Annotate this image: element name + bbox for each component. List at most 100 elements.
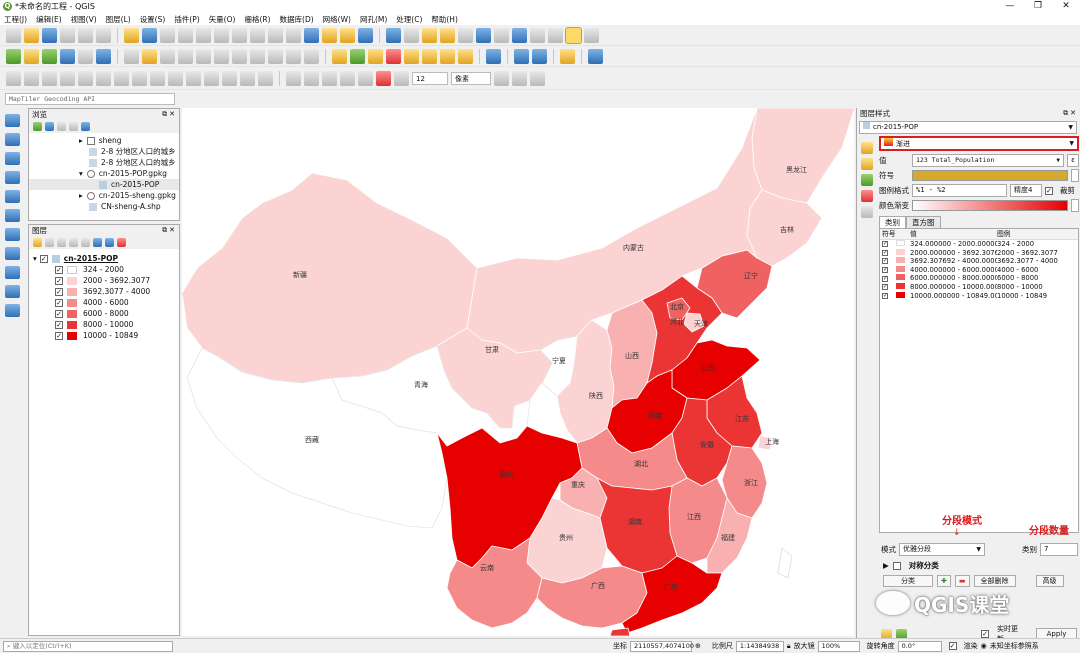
- field-calculator-icon[interactable]: [494, 27, 509, 43]
- legend-checkbox[interactable]: ✓: [55, 331, 63, 340]
- expression-button[interactable]: ε: [1067, 154, 1079, 167]
- help-icon[interactable]: [588, 48, 603, 64]
- browser-item-shp[interactable]: CN-sheng-A.shp: [29, 201, 179, 212]
- close-button[interactable]: ✕: [1052, 0, 1080, 13]
- data-source-manager-icon[interactable]: [6, 48, 21, 64]
- diagrams-tab-icon[interactable]: [861, 206, 873, 218]
- legend-checkbox[interactable]: ✓: [55, 287, 63, 296]
- print-layout-icon[interactable]: [78, 27, 93, 43]
- class-checkbox[interactable]: ✓: [882, 267, 888, 274]
- delete-ring-icon[interactable]: [114, 70, 129, 86]
- col-legend[interactable]: 图例: [997, 229, 1078, 239]
- add-raster-layer-icon[interactable]: [4, 133, 20, 146]
- legend-item[interactable]: ✓ 3692.3077 - 4000: [29, 286, 179, 297]
- cut-features-icon[interactable]: [232, 48, 247, 64]
- rotate-symbols-icon[interactable]: [258, 70, 273, 86]
- symbol-preview-button[interactable]: [912, 170, 1068, 181]
- add-mesh-icon[interactable]: [78, 48, 93, 64]
- menu-view[interactable]: 视图(V): [71, 14, 97, 25]
- collapse-all-layers-icon[interactable]: [105, 238, 114, 247]
- mode-select[interactable]: 优雅分段 ▼: [899, 543, 985, 556]
- add-ring-icon[interactable]: [60, 70, 75, 86]
- split-features-icon[interactable]: [186, 70, 201, 86]
- move-label-icon[interactable]: [422, 48, 437, 64]
- legend-item[interactable]: ✓ 10000 - 10849: [29, 330, 179, 341]
- legend-checkbox[interactable]: ✓: [55, 265, 63, 274]
- renderer-select[interactable]: 渐进 ▼: [879, 136, 1079, 151]
- map-tips-icon[interactable]: [565, 26, 582, 44]
- browser-item-table-1[interactable]: 2-8 分地区人口的城乡: [29, 146, 179, 157]
- legend-checkbox[interactable]: ✓: [55, 298, 63, 307]
- class-row[interactable]: ✓ 4000.000000 - 6000.0000004000 - 6000: [880, 265, 1078, 275]
- menu-project[interactable]: 工程(J): [4, 14, 27, 25]
- topology-icon[interactable]: [376, 70, 391, 86]
- snapping-mode-icon[interactable]: [394, 70, 409, 86]
- classify-button[interactable]: 分类: [883, 575, 933, 587]
- add-class-button[interactable]: ✚: [937, 575, 951, 587]
- browser-item-sheng-gpkg[interactable]: ▸ cn-2015-sheng.gpkg: [29, 190, 179, 201]
- menu-plugins[interactable]: 插件(P): [174, 14, 199, 25]
- split-parts-icon[interactable]: [204, 70, 219, 86]
- zoom-out-icon[interactable]: [178, 27, 193, 43]
- zoom-selection-icon[interactable]: [214, 27, 229, 43]
- menu-web[interactable]: 网络(W): [323, 14, 351, 25]
- rotation-value[interactable]: 0.0°: [897, 640, 942, 652]
- browser-item-sheng[interactable]: ▸ sheng: [29, 135, 179, 146]
- select-by-value-icon[interactable]: [440, 27, 455, 43]
- measure-icon[interactable]: [548, 27, 563, 43]
- menu-help[interactable]: 帮助(H): [431, 14, 458, 25]
- legend-checkbox[interactable]: ✓: [55, 320, 63, 329]
- expand-arrow-icon[interactable]: ▶: [883, 561, 889, 570]
- zoom-last-icon[interactable]: [268, 27, 283, 43]
- class-checkbox[interactable]: ✓: [882, 249, 888, 256]
- add-csv-layer-icon[interactable]: [4, 171, 20, 184]
- copy-features-icon[interactable]: [250, 48, 265, 64]
- zoom-in-icon[interactable]: [160, 27, 175, 43]
- color-ramp-menu-button[interactable]: [1071, 199, 1079, 212]
- class-checkbox[interactable]: ✓: [882, 284, 888, 291]
- class-swatch[interactable]: [896, 291, 905, 298]
- legend-format-input[interactable]: %1 - %2: [912, 184, 1007, 197]
- map-canvas[interactable]: 黑龙江 吉林 辽宁 内蒙古 北京 天津 河北 山西 新疆 甘肃 宁夏 青海 陕西…: [182, 108, 854, 636]
- metasearch-icon[interactable]: [514, 48, 529, 64]
- advanced-digitize-icon[interactable]: [6, 70, 21, 86]
- add-spatialite-icon[interactable]: [4, 190, 20, 203]
- pin-labels-icon[interactable]: [368, 48, 383, 64]
- simplify-icon[interactable]: [42, 70, 57, 86]
- label-toolbar-icon[interactable]: [332, 48, 347, 64]
- class-swatch[interactable]: [896, 282, 905, 289]
- browser-item-gpkg[interactable]: ▾ cn-2015-POP.gpkg: [29, 168, 179, 179]
- symbology-tab-icon[interactable]: [861, 142, 873, 154]
- refresh-browser-icon[interactable]: [45, 122, 54, 131]
- col-value[interactable]: 值: [910, 229, 997, 239]
- advanced-button[interactable]: 高级: [1035, 575, 1064, 587]
- save-as-icon[interactable]: [60, 27, 75, 43]
- filter-icon[interactable]: [57, 122, 66, 131]
- snap-icon[interactable]: [322, 70, 337, 86]
- rotate-label-icon[interactable]: [440, 48, 455, 64]
- trim-checkbox[interactable]: ✓: [1045, 186, 1053, 195]
- precision-spinner[interactable]: 精度4: [1010, 184, 1042, 197]
- browser-item-table-2[interactable]: 2-8 分地区人口的城乡: [29, 157, 179, 168]
- rotate-feature-icon[interactable]: [24, 70, 39, 86]
- refresh-icon[interactable]: [358, 27, 373, 43]
- remove-class-button[interactable]: ▬: [954, 575, 970, 587]
- minimize-button[interactable]: —: [996, 0, 1024, 13]
- remove-layer-icon[interactable]: [117, 238, 126, 247]
- legend-item[interactable]: ✓ 2000 - 3692.3077: [29, 275, 179, 286]
- offset-curve-icon[interactable]: [168, 70, 183, 86]
- new-gpkg-layer-icon[interactable]: [24, 48, 39, 64]
- legend-checkbox[interactable]: ✓: [55, 276, 63, 285]
- menu-layer[interactable]: 图层(L): [106, 14, 131, 25]
- class-row[interactable]: ✓ 6000.000000 - 8000.0000006000 - 8000: [880, 274, 1078, 283]
- extents-toggle-icon[interactable]: ⊕: [695, 642, 701, 650]
- select-features-icon[interactable]: [422, 27, 437, 43]
- 3d-view-tab-icon[interactable]: [861, 174, 873, 186]
- deselect-icon[interactable]: [458, 27, 473, 43]
- class-swatch[interactable]: [896, 248, 905, 255]
- distribute-icon[interactable]: [304, 70, 319, 86]
- delete-all-button[interactable]: 全部删除: [973, 575, 1016, 587]
- legend-item[interactable]: ✓ 4000 - 6000: [29, 297, 179, 308]
- add-raster-icon[interactable]: [60, 48, 75, 64]
- col-symbol[interactable]: 符号: [880, 229, 910, 239]
